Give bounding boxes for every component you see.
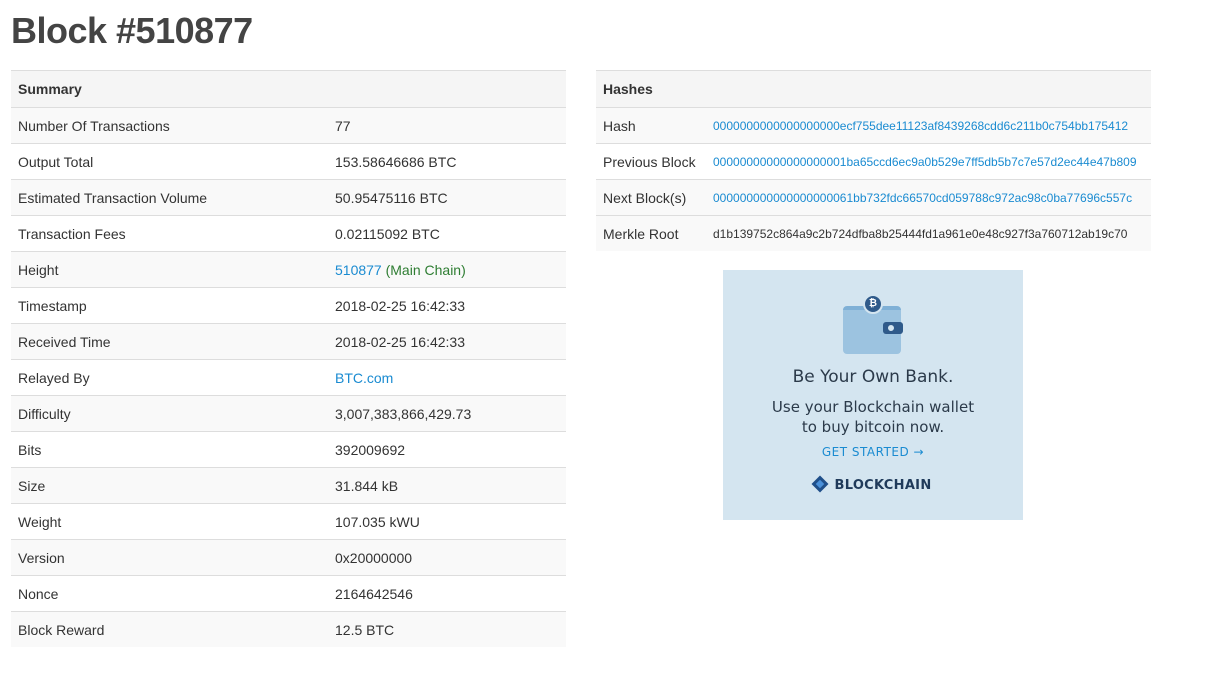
table-row: Size 31.844 kB [11, 467, 566, 504]
hashes-header: Hashes [596, 70, 1151, 108]
wallet-clasp [883, 322, 903, 334]
blockchain-brand: BLOCKCHAIN [723, 475, 1023, 493]
row-value: 50.95475116 BTC [328, 179, 566, 216]
row-label: Merkle Root [596, 215, 706, 251]
row-value: 12.5 BTC [328, 611, 566, 647]
table-row: Number Of Transactions 77 [11, 107, 566, 144]
hash-value: 0000000000000000000ecf755dee11123af84392… [706, 107, 1151, 144]
relayed-by-link[interactable]: BTC.com [335, 370, 393, 386]
ad-headline: Be Your Own Bank. [792, 367, 954, 387]
row-label: Height [11, 251, 328, 288]
row-value: 392009692 [328, 431, 566, 468]
table-row: Received Time 2018-02-25 16:42:33 [11, 323, 566, 360]
main-chain-label: (Main Chain) [385, 261, 466, 278]
row-label: Estimated Transaction Volume [11, 179, 328, 216]
hash-link[interactable]: 0000000000000000000ecf755dee11123af84392… [713, 119, 1128, 133]
table-row: Estimated Transaction Volume 50.95475116… [11, 179, 566, 216]
ad-subtext-line-2: to buy bitcoin now. [801, 418, 945, 436]
blockchain-ad-banner[interactable]: ₿ Be Your Own Bank. Use your Blockchain … [723, 270, 1023, 520]
row-label: Block Reward [11, 611, 328, 647]
table-row: Bits 392009692 [11, 431, 566, 468]
row-label: Nonce [11, 575, 328, 612]
hashes-table: Hashes Hash 0000000000000000000ecf755dee… [596, 70, 1151, 251]
previous-block-value: 00000000000000000001ba65ccd6ec9a0b529e7f… [706, 143, 1151, 180]
blockchain-logo-icon [811, 475, 829, 493]
row-label: Bits [11, 431, 328, 468]
table-row: Weight 107.035 kWU [11, 503, 566, 540]
row-value: 0x20000000 [328, 539, 566, 576]
row-value: 107.035 kWU [328, 503, 566, 540]
row-label: Previous Block [596, 143, 706, 180]
table-row: Version 0x20000000 [11, 539, 566, 576]
merkle-root-value: d1b139752c864a9c2b724dfba8b25444fd1a961e… [706, 215, 1151, 251]
row-label: Number Of Transactions [11, 107, 328, 144]
get-started-link[interactable]: GET STARTED → [723, 445, 1023, 459]
table-row: Relayed By BTC.com [11, 359, 566, 396]
row-label: Output Total [11, 143, 328, 180]
row-label: Size [11, 467, 328, 504]
ad-subtext: Use your Blockchain wallet to buy bitcoi… [723, 397, 1023, 437]
table-row: Hash 0000000000000000000ecf755dee11123af… [596, 107, 1151, 144]
row-value: 153.58646686 BTC [328, 143, 566, 180]
table-row: Nonce 2164642546 [11, 575, 566, 612]
bitcoin-coin-icon: ₿ [863, 294, 883, 314]
row-value: 0.02115092 BTC [328, 215, 566, 252]
row-label: Transaction Fees [11, 215, 328, 252]
table-row: Merkle Root d1b139752c864a9c2b724dfba8b2… [596, 215, 1151, 251]
brand-name: BLOCKCHAIN [834, 478, 932, 493]
height-link[interactable]: 510877 [335, 262, 382, 278]
row-label: Hash [596, 107, 706, 144]
table-row: Difficulty 3,007,383,866,429.73 [11, 395, 566, 432]
summary-table: Summary Number Of Transactions 77 Output… [11, 70, 566, 647]
row-label: Relayed By [11, 359, 328, 396]
table-row: Previous Block 00000000000000000001ba65c… [596, 143, 1151, 180]
summary-header: Summary [11, 70, 566, 108]
row-value: 3,007,383,866,429.73 [328, 395, 566, 432]
row-label: Next Block(s) [596, 179, 706, 216]
row-value: 31.844 kB [328, 467, 566, 504]
table-row: Output Total 153.58646686 BTC [11, 143, 566, 180]
row-label: Weight [11, 503, 328, 540]
table-row: Timestamp 2018-02-25 16:42:33 [11, 287, 566, 324]
wallet-icon: ₿ [841, 292, 905, 354]
next-block-value: 000000000000000000061bb732fdc66570cd0597… [706, 179, 1151, 216]
next-block-link[interactable]: 000000000000000000061bb732fdc66570cd0597… [713, 191, 1132, 205]
row-value: 2018-02-25 16:42:33 [328, 287, 566, 324]
table-row: Next Block(s) 000000000000000000061bb732… [596, 179, 1151, 216]
row-label: Version [11, 539, 328, 576]
row-label: Timestamp [11, 287, 328, 324]
table-row: Block Reward 12.5 BTC [11, 611, 566, 647]
previous-block-link[interactable]: 00000000000000000001ba65ccd6ec9a0b529e7f… [713, 155, 1137, 169]
row-label: Received Time [11, 323, 328, 360]
ad-subtext-line-1: Use your Blockchain wallet [771, 398, 975, 416]
table-row: Transaction Fees 0.02115092 BTC [11, 215, 566, 252]
page-title: Block #510877 [11, 10, 253, 51]
row-value: 2018-02-25 16:42:33 [328, 323, 566, 360]
table-row: Height 510877 (Main Chain) [11, 251, 566, 288]
row-value: 2164642546 [328, 575, 566, 612]
relayed-by-value: BTC.com [328, 359, 566, 396]
row-value: 77 [328, 107, 566, 144]
height-value: 510877 (Main Chain) [328, 251, 566, 288]
row-label: Difficulty [11, 395, 328, 432]
